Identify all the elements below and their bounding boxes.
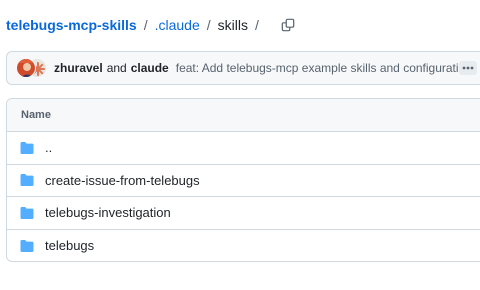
breadcrumb-claude-link[interactable]: .claude <box>155 15 200 35</box>
copy-path-button[interactable] <box>276 13 300 37</box>
table-row[interactable]: telebugs-investigation <box>7 197 480 230</box>
breadcrumb-current: skills <box>217 17 248 33</box>
folder-icon <box>19 172 35 188</box>
commit-author-link[interactable]: zhuravel <box>54 61 103 75</box>
table-header: Name <box>7 99 480 132</box>
author-conjunction: and <box>106 61 127 75</box>
breadcrumb: telebugs-mcp-skills / .claude / skills / <box>6 13 300 37</box>
breadcrumb-separator: / <box>254 17 259 33</box>
latest-commit-bar: zhuravel and claude feat: Add telebugs-m… <box>6 51 480 85</box>
breadcrumb-repo-link[interactable]: telebugs-mcp-skills <box>6 15 137 35</box>
folder-link[interactable]: telebugs-investigation <box>45 205 171 220</box>
commit-details-button[interactable] <box>459 61 477 75</box>
copy-icon <box>281 18 295 32</box>
breadcrumb-separator: / <box>206 17 211 33</box>
folder-icon <box>19 205 35 221</box>
commit-coauthor-link[interactable]: claude <box>131 61 169 75</box>
folder-link[interactable]: create-issue-from-telebugs <box>45 173 200 188</box>
avatar[interactable] <box>16 58 36 78</box>
name-column-header: Name <box>21 109 51 121</box>
ellipsis-icon <box>462 66 474 70</box>
table-row[interactable]: .. <box>7 132 480 165</box>
file-table: Name .. create-issue-from-telebugs teleb… <box>6 98 480 262</box>
commit-message-link[interactable]: feat: Add telebugs-mcp example skills an… <box>176 61 472 75</box>
breadcrumb-separator: / <box>143 17 148 33</box>
parent-directory-link[interactable]: .. <box>45 140 52 155</box>
author-avatars[interactable] <box>16 58 47 78</box>
folder-link[interactable]: telebugs <box>45 238 94 253</box>
folder-icon <box>19 238 35 254</box>
folder-icon <box>19 140 35 156</box>
table-row[interactable]: create-issue-from-telebugs <box>7 165 480 197</box>
table-row[interactable]: telebugs <box>7 230 480 262</box>
